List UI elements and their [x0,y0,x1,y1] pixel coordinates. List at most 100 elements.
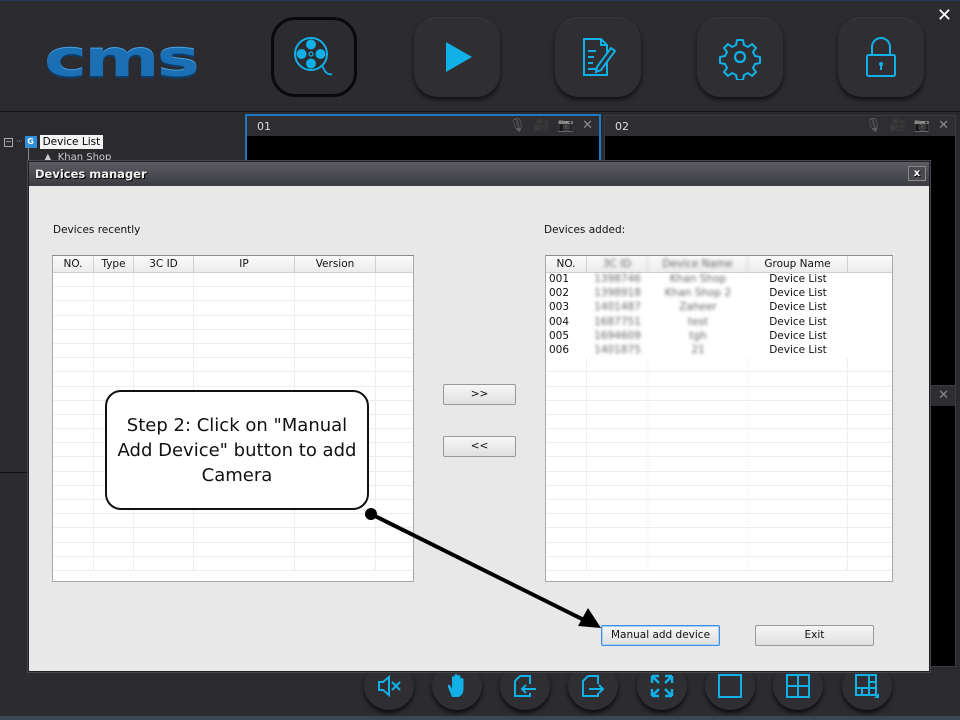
table-cell-no: 001 [549,273,570,285]
table-cell [194,329,295,343]
table-row[interactable]: 005 1694609 tgh Device List [546,330,892,344]
snapshot-icon[interactable]: 📷 [558,118,574,133]
table-row[interactable] [53,343,413,359]
column-header-type[interactable]: Type [94,256,134,272]
table-row[interactable]: 006 1401875 21 Device List [546,344,892,358]
table-row[interactable] [546,372,892,387]
table-cell-no [546,485,587,499]
table-cell-filler [376,543,413,556]
table-row[interactable] [546,485,892,500]
table-row[interactable] [546,514,892,529]
table-cell-name: Khan Shop 2 [664,287,732,300]
table-row[interactable] [53,287,413,302]
table-row[interactable]: 001 1398746 Khan Shop Device List [546,273,892,287]
table-row[interactable] [546,457,892,472]
record-icon[interactable]: 🎥 [890,118,906,133]
table-row[interactable] [53,556,413,571]
table-row[interactable] [546,429,892,444]
table-row[interactable] [546,414,892,430]
table-cell [194,343,295,358]
tree-collapse-toggle[interactable]: − [4,137,13,147]
snapshot-icon[interactable]: 📷 [914,118,930,133]
microphone-icon[interactable]: 🎙 [509,118,526,133]
table-cell-name [648,386,748,400]
column-header-3c-id[interactable]: 3C ID [134,256,194,272]
dialog-titlebar[interactable]: Devices manager x [29,162,929,186]
dialog-close-button[interactable]: x [908,166,926,181]
table-row[interactable] [546,358,892,373]
table-cell-id [587,429,648,443]
tree-item-device-list[interactable]: Device List [39,135,104,149]
move-right-button[interactable]: >> [443,384,516,405]
move-left-button[interactable]: << [443,436,516,457]
table-cell-id [587,500,648,514]
table-cell-filler [848,372,892,385]
tree-connector: ··· [16,137,23,147]
table-cell-id [587,414,648,429]
table-cell [94,343,134,358]
table-row[interactable] [53,315,413,330]
microphone-icon[interactable]: 🎙 [865,118,882,133]
table-cell [134,542,194,556]
column-header-device-name[interactable]: Device Name [648,256,748,272]
table-row[interactable] [53,301,413,316]
table-cell [295,556,376,570]
column-header-3c-id[interactable]: 3C ID [587,256,648,272]
table-row[interactable] [53,329,413,344]
table-cell [94,273,134,287]
table-row[interactable] [53,542,413,557]
manual-add-device-button[interactable]: Manual add device [601,625,720,646]
nav-lock-button[interactable] [838,17,924,97]
table-row[interactable] [546,500,892,515]
column-header-ip[interactable]: IP [194,256,295,272]
group-icon: G [24,136,37,148]
table-row[interactable] [53,514,413,529]
table-row[interactable] [546,443,892,458]
gear-icon [719,39,761,80]
table-row[interactable] [53,358,413,373]
close-icon[interactable]: ✕ [938,118,949,133]
table-row[interactable] [53,273,413,288]
table-cell-filler [848,287,892,301]
app-close-button[interactable]: ✕ [937,7,952,25]
nav-playback-button[interactable] [271,17,357,97]
pane-header: 02 🎙 🎥 📷 ✕ [605,116,955,136]
table-body: 001 1398746 Khan Shop Device List 002 1398918… [546,273,892,571]
column-header-no[interactable]: NO. [546,256,587,272]
close-icon[interactable]: ✕ [938,388,949,403]
table-row[interactable]: 002 1398918 Khan Shop 2 Device List [546,287,892,301]
devices-added-table[interactable]: NO. 3C ID Device Name Group Name 001 1398… [545,255,893,582]
close-icon[interactable]: ✕ [582,118,593,133]
pane-tools: 🎙 🎥 📷 ✕ [509,118,593,133]
table-row[interactable] [546,556,892,571]
table-cell-group: Device List [769,273,827,285]
table-row[interactable] [546,471,892,486]
table-row[interactable] [53,528,413,543]
column-header-group-name[interactable]: Group Name [748,256,848,272]
table-row[interactable] [546,542,892,557]
table-cell [53,301,94,315]
table-cell-group [748,485,848,499]
table-cell [53,429,94,443]
table-cell-no [546,386,587,400]
column-header-version[interactable]: Version [295,256,376,272]
nav-live-play-button[interactable] [414,17,500,97]
table-cell [53,471,94,485]
bottom-edge [0,716,960,720]
table-row[interactable] [546,400,892,415]
record-icon[interactable]: 🎥 [534,118,550,133]
nav-log-button[interactable] [555,17,641,97]
table-row[interactable] [546,528,892,543]
table-row[interactable]: 003 1401487 Zaheer Device List [546,301,892,315]
nav-settings-button[interactable] [697,17,783,97]
table-row[interactable] [546,386,892,401]
cms-logo: cms [44,30,200,88]
table-cell-id [587,457,648,471]
exit-button[interactable]: Exit [755,625,874,646]
column-header-no[interactable]: NO. [53,256,94,272]
table-cell-name [648,556,748,570]
table-cell-name [648,500,748,514]
table-row[interactable] [53,372,413,387]
table-row[interactable]: 004 1687751 test Device List [546,316,892,330]
table-cell-filler [376,301,413,314]
